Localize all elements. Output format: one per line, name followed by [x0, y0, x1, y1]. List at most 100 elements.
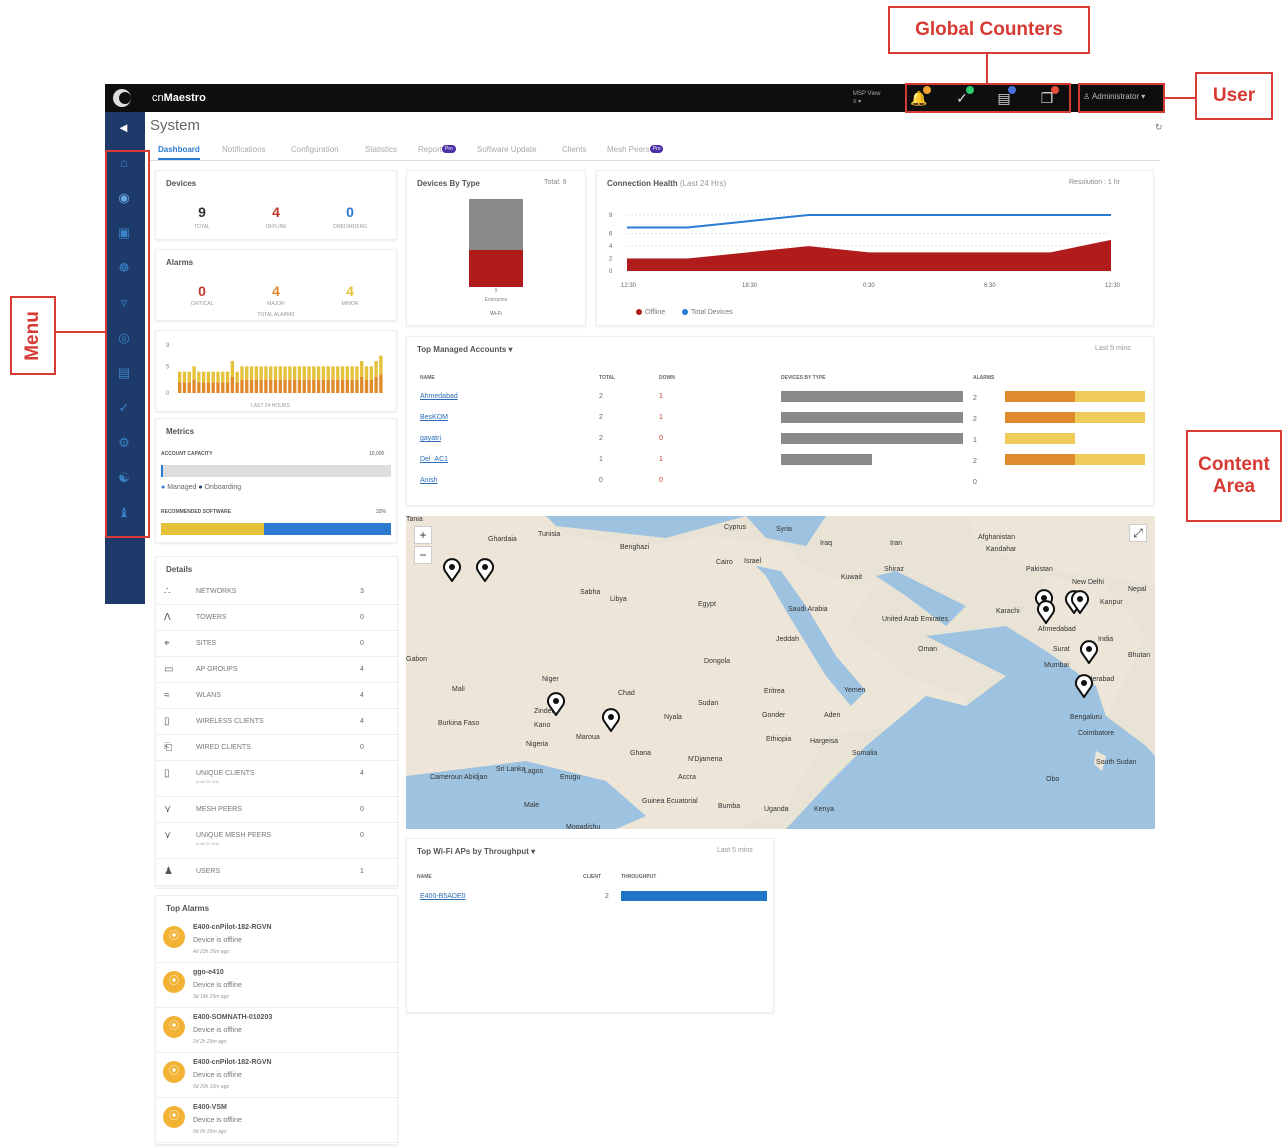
map-label: Oman	[918, 646, 938, 653]
alarm-description: Device is offline	[193, 937, 242, 944]
device-location-pin[interactable]	[1070, 590, 1090, 614]
details-row[interactable]: Ʌ TOWERS 0	[156, 605, 399, 631]
alarms-minor[interactable]: 4	[325, 283, 375, 299]
device-map[interactable]: Cyprus Syria Iraq Iran Afghanistan Kandahar Pa…	[406, 516, 1155, 829]
capacity-bar	[161, 465, 391, 477]
history-major-bar	[206, 382, 211, 393]
map-label: Gabon	[406, 656, 428, 663]
account-name[interactable]: Anish	[420, 477, 438, 484]
pin-icon[interactable]: ◄	[117, 120, 130, 135]
history-major-bar	[374, 377, 378, 393]
alarm-time: 4d 23h 25m ago	[193, 949, 230, 955]
details-row[interactable]: ⋎ UNIQUE MESH PEERS (Last 24 Hrs) 0	[156, 823, 399, 859]
details-row[interactable]: ∴ NETWORKS 3	[156, 579, 399, 605]
history-minor-bar	[307, 366, 311, 380]
refresh-icon[interactable]: ↻	[1155, 122, 1163, 133]
account-minor-bar	[1075, 454, 1145, 465]
details-row[interactable]: ⎗ WIRED CLIENTS 0	[156, 735, 399, 761]
top-alarm-item[interactable]: ⦿ E400-cnPilot-182-RGVN Device is offline 4…	[156, 918, 399, 963]
details-row[interactable]: ≈ WLANS 4	[156, 683, 399, 709]
map-label: Bengaluru	[1070, 714, 1102, 721]
top-alarm-item[interactable]: ⦿ E400-SOMNATH-010203 Device is offline 2d …	[156, 1008, 399, 1053]
cnmaestro-logo[interactable]	[113, 89, 131, 107]
map-label: Cyprus	[724, 524, 747, 531]
map-zoom-in[interactable]: +	[414, 526, 432, 544]
callout-connector	[55, 331, 105, 333]
tab-report[interactable]: Report Pro	[418, 145, 456, 154]
phone-icon: ▯	[164, 768, 170, 779]
map-label: Gonder	[762, 712, 786, 719]
tab-software-update[interactable]: Software Update	[477, 145, 537, 154]
account-name[interactable]: BesKOM	[420, 414, 448, 421]
details-row-label: NETWORKS	[196, 588, 237, 595]
tab-notifications[interactable]: Notifications	[222, 145, 266, 154]
account-name[interactable]: Ahmedabad	[420, 393, 458, 400]
tab-statistics[interactable]: Statistics	[365, 145, 397, 154]
history-minor-bar	[297, 366, 302, 380]
alarm-time: 3d 18h 29m ago	[193, 994, 230, 1000]
account-alarms: 2	[973, 395, 977, 402]
top-alarm-item[interactable]: ⦿ ggo-e410 Device is offline 3d 18h 29m ago	[156, 963, 399, 1008]
history-minor-bar	[235, 371, 239, 383]
connection-health-card: Connection Health (Last 24 Hrs) Resoluti…	[596, 170, 1154, 326]
alarms-critical[interactable]: 0	[177, 283, 227, 299]
top-aps-title[interactable]: Top Wi-Fi APs by Throughput ▾	[417, 847, 535, 856]
details-row[interactable]: ♟ USERS 1	[156, 859, 399, 889]
device-location-pin[interactable]	[1036, 600, 1056, 624]
tab-mesh-peers[interactable]: Mesh Peers Pro	[607, 145, 664, 154]
tab-clients[interactable]: Clients	[562, 145, 586, 154]
details-row[interactable]: ▭ AP GROUPS 4	[156, 657, 399, 683]
history-minor-bar	[288, 366, 292, 380]
tab-configuration[interactable]: Configuration	[291, 145, 339, 154]
map-label: India	[1098, 636, 1114, 643]
account-down: 0	[659, 435, 663, 442]
account-name[interactable]: gayatri	[420, 435, 441, 442]
device-location-pin[interactable]	[442, 558, 462, 582]
map-label: Sabha	[580, 589, 601, 596]
details-row[interactable]: ⋎ MESH PEERS 0	[156, 797, 399, 823]
device-location-pin[interactable]	[475, 558, 495, 582]
device-location-pin[interactable]	[1074, 674, 1094, 698]
details-row[interactable]: ▯ UNIQUE CLIENTS (Last 24 Hrs) 4	[156, 761, 399, 797]
alarm-description: Device is offline	[193, 1117, 242, 1124]
ap-row-name[interactable]: E400-B5ADE0	[420, 893, 466, 900]
tab-dashboard[interactable]: Dashboard	[158, 145, 200, 160]
account-name[interactable]: Del_AC1	[420, 456, 448, 463]
account-total: 1	[599, 456, 603, 463]
history-major-bar	[216, 382, 220, 393]
map-label: Israel	[744, 558, 762, 565]
history-major-bar	[326, 379, 330, 393]
metrics-card: Metrics ACCOUNT CAPACITY 10,000 ● Manage…	[155, 418, 397, 543]
top-accounts-title[interactable]: Top Managed Accounts ▾	[417, 345, 513, 354]
details-card: Details ∴ NETWORKS 3 Ʌ TOWERS 0 ⌖ SITES 0 ▭ AP GRO…	[155, 556, 399, 889]
account-devices-bar	[781, 412, 963, 423]
map-zoom-out[interactable]: −	[414, 546, 432, 564]
map-label: Male	[524, 802, 540, 809]
device-location-pin[interactable]	[1079, 640, 1099, 664]
devices-total[interactable]: 9	[177, 204, 227, 220]
top-alarm-item[interactable]: ⦿ E400-cnPilot-182-RGVN Device is offline 0…	[156, 1053, 399, 1098]
health-x-tick: 12:30	[621, 283, 637, 289]
history-minor-bar	[316, 366, 321, 380]
history-minor-bar	[283, 366, 287, 380]
history-y-tick: 9	[166, 343, 170, 349]
details-row[interactable]: ▯ WIRELESS CLIENTS 4	[156, 709, 399, 735]
history-major-bar	[211, 382, 215, 393]
devices-onboarding[interactable]: 0	[325, 204, 375, 220]
map-expand-icon[interactable]: ⤢	[1129, 524, 1147, 542]
top-alarms-title: Top Alarms	[166, 904, 210, 913]
alarms-major[interactable]: 4	[251, 283, 301, 299]
global-counters-highlight	[905, 83, 1071, 113]
devices-by-type-bar[interactable]	[469, 199, 523, 287]
details-row[interactable]: ⌖ SITES 0	[156, 631, 399, 657]
device-location-pin[interactable]	[546, 692, 566, 716]
alarm-time: 0d 0h 25m ago	[193, 1129, 227, 1135]
map-label: Abidjan	[464, 774, 488, 781]
map-label: Ethiopia	[766, 736, 792, 743]
devices-offline[interactable]: 4	[251, 204, 301, 220]
device-location-pin[interactable]	[601, 708, 621, 732]
top-alarm-item[interactable]: ⦿ E400-VSM Device is offline 0d 0h 25m ago	[156, 1098, 399, 1143]
msp-view-toggle[interactable]: MSP View ≡ ▾	[853, 90, 880, 106]
history-major-bar	[316, 379, 321, 393]
col-devices-by-type: DEVICES BY TYPE	[781, 375, 826, 381]
